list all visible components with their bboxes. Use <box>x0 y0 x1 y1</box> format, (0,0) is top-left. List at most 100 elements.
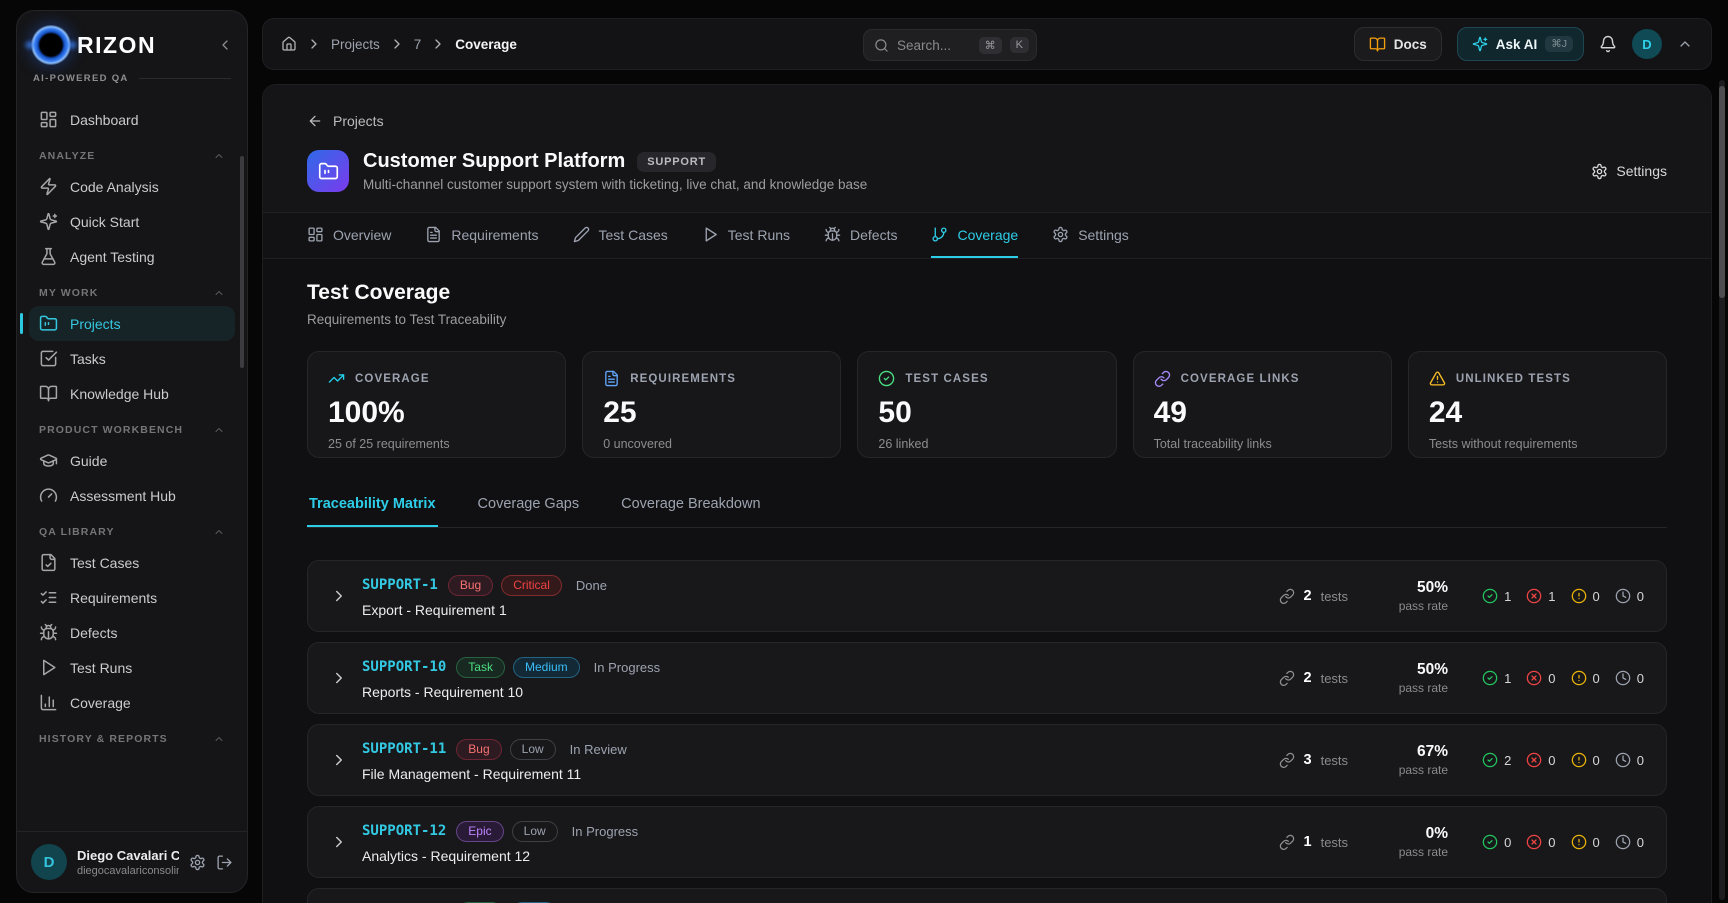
sidebar-item[interactable]: Test Runs <box>29 650 235 685</box>
ask-ai-label: Ask AI <box>1496 37 1538 52</box>
sidebar-item[interactable]: Knowledge Hub <box>29 376 235 411</box>
sidebar-section-label: QA LIBRARY <box>39 526 115 538</box>
requirement-id[interactable]: SUPPORT-12 <box>362 823 446 839</box>
logout-icon[interactable] <box>216 854 233 871</box>
requirement-title: Analytics - Requirement 12 <box>362 848 638 864</box>
requirement-row[interactable]: SUPPORT-1 BugCritical Done Export - Requ… <box>307 560 1667 632</box>
sidebar-section-header[interactable]: ANALYZE <box>29 137 235 169</box>
topbar-actions: Docs Ask AI ⌘J D <box>1354 27 1693 61</box>
bell-icon[interactable] <box>1599 35 1617 53</box>
requirement-row-partial[interactable] <box>307 888 1667 903</box>
project-tab[interactable]: Coverage <box>931 213 1018 258</box>
alert-circle-icon <box>1571 834 1587 850</box>
requirement-status: In Progress <box>572 824 638 839</box>
stat-card: COVERAGE 100% 25 of 25 requirements <box>307 351 566 458</box>
project-tab[interactable]: Overview <box>307 213 391 258</box>
sidebar-section: Dashboard <box>29 102 235 137</box>
stat-label: REQUIREMENTS <box>630 373 736 385</box>
requirement-badge: Epic <box>456 821 503 842</box>
brand-tagline: AI-POWERED QA <box>17 71 247 94</box>
project-tab[interactable]: Settings <box>1052 213 1129 258</box>
sidebar-item[interactable]: Assessment Hub <box>29 478 235 513</box>
clock-icon <box>1615 670 1631 686</box>
requirement-badges: BugLow <box>456 739 555 760</box>
sidebar-section: QA LIBRARY Test Cases Requirements <box>29 513 235 720</box>
coverage-subtab[interactable]: Coverage Gaps <box>476 490 582 527</box>
back-to-projects-link[interactable]: Projects <box>307 113 384 129</box>
expand-chevron-icon[interactable] <box>330 669 348 687</box>
topbar-avatar[interactable]: D <box>1632 29 1662 59</box>
sidebar-section-header[interactable]: QA LIBRARY <box>29 513 235 545</box>
sidebar-item[interactable]: Tasks <box>29 341 235 376</box>
coverage-subtab[interactable]: Traceability Matrix <box>307 490 438 527</box>
sidebar-section: MY WORK Projects Tasks <box>29 274 235 411</box>
user-card[interactable]: D Diego Cavalari Con... diegocavalaricon… <box>17 831 247 892</box>
sidebar-item[interactable]: Code Analysis <box>29 169 235 204</box>
cmd-key-badge: ⌘ <box>979 37 1002 54</box>
requirement-id[interactable]: SUPPORT-10 <box>362 659 446 675</box>
requirement-row[interactable]: SUPPORT-10 TaskMedium In Progress Report… <box>307 642 1667 714</box>
sidebar-item[interactable]: Requirements <box>29 580 235 615</box>
sidebar-scrollbar-thumb[interactable] <box>240 156 244 368</box>
project-tab[interactable]: Requirements <box>425 213 538 258</box>
sidebar-item[interactable]: Guide <box>29 443 235 478</box>
linked-tests: 2 tests <box>1279 670 1349 686</box>
back-label: Projects <box>333 113 384 129</box>
x-circle-icon <box>1526 670 1542 686</box>
sidebar-item[interactable]: Projects <box>29 306 235 341</box>
requirement-row[interactable]: SUPPORT-11 BugLow In Review File Managem… <box>307 724 1667 796</box>
sidebar-item-label: Quick Start <box>70 214 139 230</box>
user-email: diegocavalariconsolini... <box>77 865 179 877</box>
requirement-id[interactable]: SUPPORT-1 <box>362 577 438 593</box>
sidebar-item[interactable]: Agent Testing <box>29 239 235 274</box>
docs-label: Docs <box>1394 37 1427 52</box>
page-scrollbar-thumb[interactable] <box>1719 86 1725 298</box>
gear-icon[interactable] <box>189 854 206 871</box>
alert-circle-icon <box>1571 670 1587 686</box>
search-input[interactable]: Search... ⌘ K <box>863 29 1037 61</box>
breadcrumb-project-id[interactable]: 7 <box>414 37 422 52</box>
tests-count: 2 <box>1304 670 1312 686</box>
pass-rate: 0% pass rate <box>1382 825 1448 859</box>
sidebar-item[interactable]: Coverage <box>29 685 235 720</box>
project-tab[interactable]: Test Runs <box>702 213 790 258</box>
project-tab-label: Overview <box>333 227 391 243</box>
stat-value: 24 <box>1429 396 1646 430</box>
breadcrumb-projects[interactable]: Projects <box>331 37 380 52</box>
sidebar-section-header[interactable]: HISTORY & REPORTS <box>29 720 235 752</box>
stat-label: COVERAGE <box>355 373 430 385</box>
project-tab[interactable]: Test Cases <box>573 213 668 258</box>
blocked-count: 0 <box>1593 671 1600 686</box>
requirement-id[interactable]: SUPPORT-11 <box>362 741 446 757</box>
coverage-subtab[interactable]: Coverage Breakdown <box>619 490 762 527</box>
brand-name: RIZON <box>77 32 156 59</box>
expand-chevron-icon[interactable] <box>330 587 348 605</box>
pass-rate-value: 0% <box>1382 825 1448 843</box>
project-tab[interactable]: Defects <box>824 213 897 258</box>
expand-chevron-icon[interactable] <box>330 833 348 851</box>
requirement-row[interactable]: SUPPORT-12 EpicLow In Progress Analytics… <box>307 806 1667 878</box>
user-avatar[interactable]: D <box>31 844 67 880</box>
ask-ai-button[interactable]: Ask AI ⌘J <box>1457 27 1584 61</box>
sidebar-item-label: Requirements <box>70 590 157 606</box>
sidebar-item[interactable]: Dashboard <box>29 102 235 137</box>
pencil-icon <box>573 226 590 243</box>
expand-chevron-icon[interactable] <box>330 751 348 769</box>
project-settings-button[interactable]: Settings <box>1591 163 1667 180</box>
sidebar-section-header[interactable]: MY WORK <box>29 274 235 306</box>
pass-rate: 50% pass rate <box>1382 579 1448 613</box>
home-icon[interactable] <box>281 36 297 52</box>
docs-button[interactable]: Docs <box>1354 27 1442 61</box>
sidebar-item[interactable]: Defects <box>29 615 235 650</box>
sidebar-item[interactable]: Quick Start <box>29 204 235 239</box>
page-scrollbar[interactable] <box>1719 80 1725 900</box>
trending-up-icon <box>328 370 345 387</box>
sidebar-collapse-button[interactable] <box>217 37 233 53</box>
sidebar-item-label: Defects <box>70 625 117 641</box>
x-circle-icon <box>1526 752 1542 768</box>
stat-card: COVERAGE LINKS 49 Total traceability lin… <box>1133 351 1392 458</box>
chevron-up-icon[interactable] <box>1677 36 1693 52</box>
app-logo[interactable]: RIZON <box>31 25 156 65</box>
sidebar-section-header[interactable]: PRODUCT WORKBENCH <box>29 411 235 443</box>
sidebar-item[interactable]: Test Cases <box>29 545 235 580</box>
